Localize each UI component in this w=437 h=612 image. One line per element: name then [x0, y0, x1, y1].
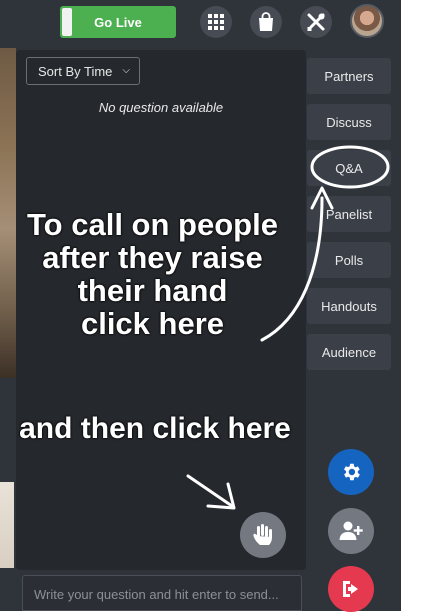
arrow-mark [186, 474, 234, 508]
annotation-line: their hand [77, 273, 228, 308]
circle-mark [310, 145, 390, 189]
annotation-line: after they raise [42, 240, 263, 275]
annotation-text-2: and then click here [19, 412, 291, 445]
annotation-line: To call on people [27, 207, 278, 242]
annotation-text: To call on people after they raise their… [10, 208, 295, 340]
annotation-line: click here [80, 306, 225, 341]
